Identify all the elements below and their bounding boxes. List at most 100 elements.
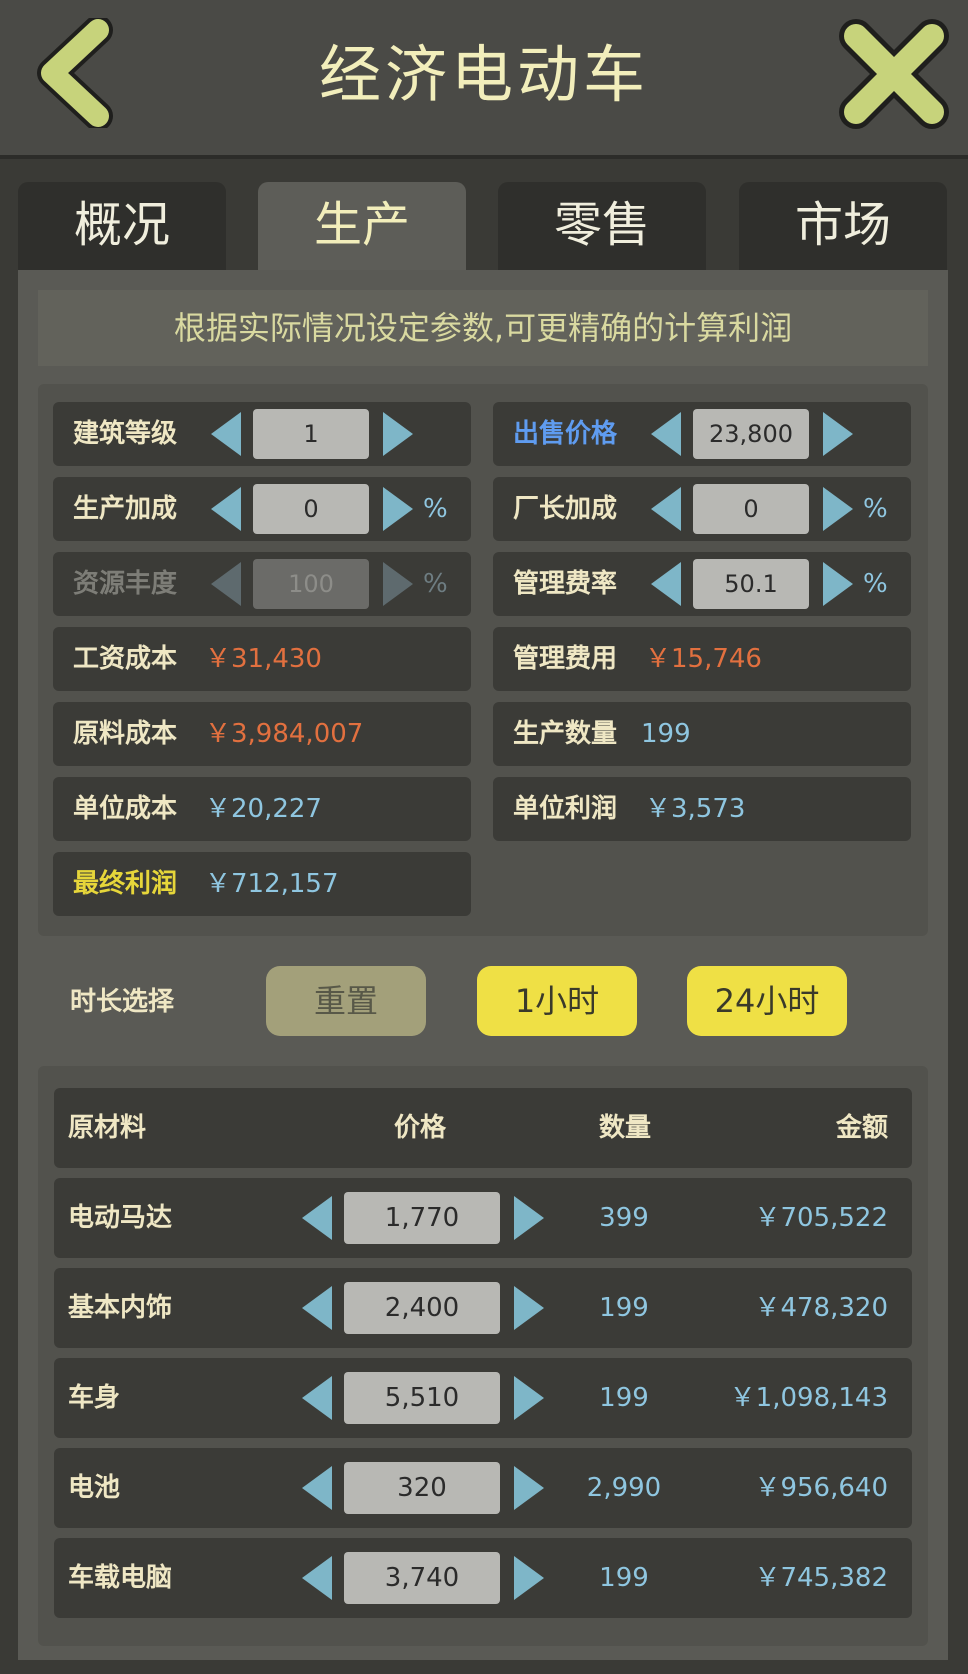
material-name: 电动马达: [68, 1203, 173, 1233]
sale-price-cell: 出售价格 23,800: [493, 402, 911, 466]
resource-abundance-increase-icon: [383, 562, 413, 606]
price-decrease-icon[interactable]: [302, 1376, 332, 1420]
admin-rate-cell: 管理费率 50.1 %: [493, 552, 911, 616]
twenty-four-hour-button[interactable]: 24小时: [687, 966, 847, 1036]
director-bonus-input[interactable]: 0: [693, 484, 809, 534]
percent-unit: %: [423, 494, 448, 524]
one-hour-button[interactable]: 1小时: [477, 966, 637, 1036]
material-row: 电池 320 2,990 ￥956,640: [54, 1448, 912, 1528]
resource-abundance-cell: 资源丰度 100 %: [53, 552, 471, 616]
material-name: 车身: [68, 1383, 121, 1413]
material-qty: 199: [599, 1563, 649, 1593]
material-cost-cell: 原料成本 ￥3,984,007: [53, 702, 471, 766]
production-qty-value: 199: [641, 719, 691, 749]
page-title: 经济电动车: [318, 38, 649, 111]
percent-unit: %: [863, 494, 888, 524]
close-x-icon: [839, 19, 949, 129]
admin-cost-value: ￥15,746: [645, 644, 762, 674]
tab-market[interactable]: 市场: [739, 182, 947, 270]
sale-price-input[interactable]: 23,800: [693, 409, 809, 459]
material-price-input[interactable]: 3,740: [344, 1552, 500, 1604]
price-decrease-icon[interactable]: [302, 1466, 332, 1510]
production-bonus-input[interactable]: 0: [253, 484, 369, 534]
sale-price-label: 出售价格: [513, 419, 618, 449]
material-row: 车载电脑 3,740 199 ￥745,382: [54, 1538, 912, 1618]
unit-cost-cell: 单位成本 ￥20,227: [53, 777, 471, 841]
hint-text: 根据实际情况设定参数,可更精确的计算利润: [38, 290, 928, 366]
resource-abundance-input: 100: [253, 559, 369, 609]
production-bonus-decrease-icon[interactable]: [211, 487, 241, 531]
tab-overview[interactable]: 概况: [18, 182, 226, 270]
unit-cost-label: 单位成本: [73, 794, 178, 824]
tab-retail[interactable]: 零售: [498, 182, 706, 270]
wage-cost-label: 工资成本: [73, 644, 178, 674]
reset-button[interactable]: 重置: [266, 966, 426, 1036]
percent-unit: %: [863, 569, 888, 599]
material-price-input[interactable]: 2,400: [344, 1282, 500, 1334]
resource-abundance-decrease-icon: [211, 562, 241, 606]
building-level-decrease-icon[interactable]: [211, 412, 241, 456]
final-profit-cell: 最终利润 ￥712,157: [53, 852, 471, 916]
resource-abundance-label: 资源丰度: [73, 569, 178, 599]
admin-rate-input[interactable]: 50.1: [693, 559, 809, 609]
close-button[interactable]: [838, 18, 950, 130]
production-qty-cell: 生产数量 199: [493, 702, 911, 766]
unit-profit-cell: 单位利润 ￥3,573: [493, 777, 911, 841]
material-amount: ￥705,522: [754, 1203, 888, 1233]
material-amount: ￥1,098,143: [729, 1383, 888, 1413]
material-name: 基本内饰: [68, 1293, 173, 1323]
production-bonus-increase-icon[interactable]: [383, 487, 413, 531]
price-increase-icon[interactable]: [514, 1556, 544, 1600]
header-bar: 经济电动车: [0, 0, 968, 159]
price-decrease-icon[interactable]: [302, 1196, 332, 1240]
unit-profit-value: ￥3,573: [645, 794, 746, 824]
director-bonus-cell: 厂长加成 0 %: [493, 477, 911, 541]
price-increase-icon[interactable]: [514, 1196, 544, 1240]
material-price-input[interactable]: 5,510: [344, 1372, 500, 1424]
director-bonus-increase-icon[interactable]: [823, 487, 853, 531]
material-amount: ￥745,382: [754, 1563, 888, 1593]
material-price-input[interactable]: 320: [344, 1462, 500, 1514]
chevron-left-icon: [37, 15, 113, 131]
building-level-input[interactable]: 1: [253, 409, 369, 459]
material-price-input[interactable]: 1,770: [344, 1192, 500, 1244]
price-decrease-icon[interactable]: [302, 1286, 332, 1330]
material-name: 车载电脑: [68, 1563, 173, 1593]
material-row: 车身 5,510 199 ￥1,098,143: [54, 1358, 912, 1438]
director-bonus-decrease-icon[interactable]: [651, 487, 681, 531]
admin-rate-increase-icon[interactable]: [823, 562, 853, 606]
header-material: 原材料: [68, 1113, 147, 1143]
admin-rate-label: 管理费率: [513, 569, 618, 599]
material-row: 基本内饰 2,400 199 ￥478,320: [54, 1268, 912, 1348]
material-amount: ￥478,320: [754, 1293, 888, 1323]
material-qty: 199: [599, 1293, 649, 1323]
admin-cost-label: 管理费用: [513, 644, 618, 674]
final-profit-value: ￥712,157: [205, 869, 339, 899]
sale-price-increase-icon[interactable]: [823, 412, 853, 456]
price-increase-icon[interactable]: [514, 1466, 544, 1510]
header-qty: 数量: [599, 1113, 652, 1143]
tab-bar: 概况 生产 零售 市场: [18, 182, 948, 270]
price-decrease-icon[interactable]: [302, 1556, 332, 1600]
final-profit-label: 最终利润: [73, 869, 178, 899]
material-amount: ￥956,640: [754, 1473, 888, 1503]
unit-cost-value: ￥20,227: [205, 794, 322, 824]
back-button[interactable]: [28, 15, 128, 131]
building-level-increase-icon[interactable]: [383, 412, 413, 456]
header-price: 价格: [394, 1113, 447, 1143]
material-qty: 199: [599, 1383, 649, 1413]
tab-production[interactable]: 生产: [258, 182, 466, 270]
production-qty-label: 生产数量: [513, 719, 618, 749]
building-level-label: 建筑等级: [73, 419, 178, 449]
production-bonus-label: 生产加成: [73, 494, 178, 524]
material-row: 电动马达 1,770 399 ￥705,522: [54, 1178, 912, 1258]
materials-header-row: 原材料 价格 数量 金额: [54, 1088, 912, 1168]
sale-price-decrease-icon[interactable]: [651, 412, 681, 456]
admin-rate-decrease-icon[interactable]: [651, 562, 681, 606]
production-bonus-cell: 生产加成 0 %: [53, 477, 471, 541]
price-increase-icon[interactable]: [514, 1376, 544, 1420]
material-qty: 2,990: [586, 1473, 662, 1503]
price-increase-icon[interactable]: [514, 1286, 544, 1330]
material-qty: 399: [599, 1203, 649, 1233]
unit-profit-label: 单位利润: [513, 794, 618, 824]
